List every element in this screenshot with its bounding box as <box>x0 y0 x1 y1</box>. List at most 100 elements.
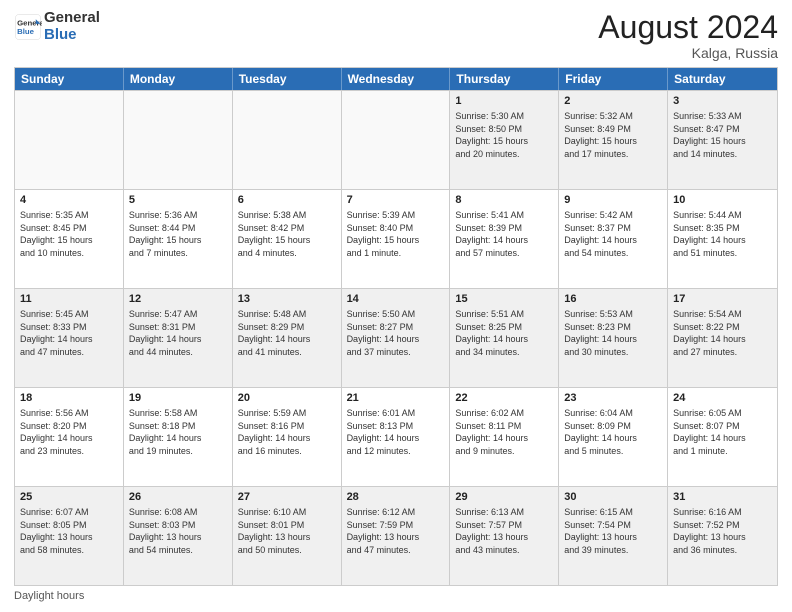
cell-info: Sunrise: 5:38 AM Sunset: 8:42 PM Dayligh… <box>238 209 336 259</box>
cal-cell-day-25: 25Sunrise: 6:07 AM Sunset: 8:05 PM Dayli… <box>15 487 124 585</box>
cal-row-1: 4Sunrise: 5:35 AM Sunset: 8:45 PM Daylig… <box>15 189 777 288</box>
day-number: 3 <box>673 94 772 109</box>
calendar-body: 1Sunrise: 5:30 AM Sunset: 8:50 PM Daylig… <box>15 90 777 585</box>
cell-info: Sunrise: 5:47 AM Sunset: 8:31 PM Dayligh… <box>129 308 227 358</box>
day-number: 30 <box>564 490 662 505</box>
day-number: 5 <box>129 193 227 208</box>
cal-cell-day-4: 4Sunrise: 5:35 AM Sunset: 8:45 PM Daylig… <box>15 190 124 288</box>
cell-info: Sunrise: 6:04 AM Sunset: 8:09 PM Dayligh… <box>564 407 662 457</box>
cell-info: Sunrise: 5:51 AM Sunset: 8:25 PM Dayligh… <box>455 308 553 358</box>
cal-cell-day-8: 8Sunrise: 5:41 AM Sunset: 8:39 PM Daylig… <box>450 190 559 288</box>
location: Kalga, Russia <box>598 45 778 61</box>
cal-cell-empty <box>124 91 233 189</box>
cell-info: Sunrise: 5:42 AM Sunset: 8:37 PM Dayligh… <box>564 209 662 259</box>
cal-cell-empty <box>233 91 342 189</box>
cal-cell-day-13: 13Sunrise: 5:48 AM Sunset: 8:29 PM Dayli… <box>233 289 342 387</box>
cal-cell-day-5: 5Sunrise: 5:36 AM Sunset: 8:44 PM Daylig… <box>124 190 233 288</box>
cal-cell-day-16: 16Sunrise: 5:53 AM Sunset: 8:23 PM Dayli… <box>559 289 668 387</box>
cal-cell-day-7: 7Sunrise: 5:39 AM Sunset: 8:40 PM Daylig… <box>342 190 451 288</box>
cell-info: Sunrise: 5:50 AM Sunset: 8:27 PM Dayligh… <box>347 308 445 358</box>
day-number: 25 <box>20 490 118 505</box>
cell-info: Sunrise: 5:54 AM Sunset: 8:22 PM Dayligh… <box>673 308 772 358</box>
day-number: 17 <box>673 292 772 307</box>
cell-info: Sunrise: 5:56 AM Sunset: 8:20 PM Dayligh… <box>20 407 118 457</box>
cal-cell-day-21: 21Sunrise: 6:01 AM Sunset: 8:13 PM Dayli… <box>342 388 451 486</box>
day-number: 4 <box>20 193 118 208</box>
day-number: 8 <box>455 193 553 208</box>
day-header-thursday: Thursday <box>450 68 559 90</box>
cell-info: Sunrise: 6:08 AM Sunset: 8:03 PM Dayligh… <box>129 506 227 556</box>
day-number: 15 <box>455 292 553 307</box>
cal-cell-day-18: 18Sunrise: 5:56 AM Sunset: 8:20 PM Dayli… <box>15 388 124 486</box>
day-header-monday: Monday <box>124 68 233 90</box>
month-year: August 2024 <box>598 10 778 45</box>
day-number: 9 <box>564 193 662 208</box>
cell-info: Sunrise: 6:15 AM Sunset: 7:54 PM Dayligh… <box>564 506 662 556</box>
day-number: 29 <box>455 490 553 505</box>
cal-cell-day-11: 11Sunrise: 5:45 AM Sunset: 8:33 PM Dayli… <box>15 289 124 387</box>
cell-info: Sunrise: 5:53 AM Sunset: 8:23 PM Dayligh… <box>564 308 662 358</box>
cell-info: Sunrise: 6:01 AM Sunset: 8:13 PM Dayligh… <box>347 407 445 457</box>
cal-cell-day-20: 20Sunrise: 5:59 AM Sunset: 8:16 PM Dayli… <box>233 388 342 486</box>
cell-info: Sunrise: 6:13 AM Sunset: 7:57 PM Dayligh… <box>455 506 553 556</box>
cal-row-0: 1Sunrise: 5:30 AM Sunset: 8:50 PM Daylig… <box>15 90 777 189</box>
cal-cell-day-22: 22Sunrise: 6:02 AM Sunset: 8:11 PM Dayli… <box>450 388 559 486</box>
cell-info: Sunrise: 5:41 AM Sunset: 8:39 PM Dayligh… <box>455 209 553 259</box>
day-number: 11 <box>20 292 118 307</box>
cal-cell-day-17: 17Sunrise: 5:54 AM Sunset: 8:22 PM Dayli… <box>668 289 777 387</box>
cal-cell-day-10: 10Sunrise: 5:44 AM Sunset: 8:35 PM Dayli… <box>668 190 777 288</box>
cell-info: Sunrise: 5:30 AM Sunset: 8:50 PM Dayligh… <box>455 110 553 160</box>
cal-cell-day-2: 2Sunrise: 5:32 AM Sunset: 8:49 PM Daylig… <box>559 91 668 189</box>
cell-info: Sunrise: 5:39 AM Sunset: 8:40 PM Dayligh… <box>347 209 445 259</box>
day-header-saturday: Saturday <box>668 68 777 90</box>
cal-cell-day-15: 15Sunrise: 5:51 AM Sunset: 8:25 PM Dayli… <box>450 289 559 387</box>
day-number: 10 <box>673 193 772 208</box>
cell-info: Sunrise: 6:10 AM Sunset: 8:01 PM Dayligh… <box>238 506 336 556</box>
calendar-header: SundayMondayTuesdayWednesdayThursdayFrid… <box>15 68 777 90</box>
day-number: 20 <box>238 391 336 406</box>
cal-row-3: 18Sunrise: 5:56 AM Sunset: 8:20 PM Dayli… <box>15 387 777 486</box>
cal-cell-empty <box>342 91 451 189</box>
logo-text: General Blue <box>44 10 100 43</box>
header: General Blue General Blue August 2024 Ka… <box>14 10 778 61</box>
day-number: 27 <box>238 490 336 505</box>
cal-row-4: 25Sunrise: 6:07 AM Sunset: 8:05 PM Dayli… <box>15 486 777 585</box>
cell-info: Sunrise: 6:05 AM Sunset: 8:07 PM Dayligh… <box>673 407 772 457</box>
day-header-wednesday: Wednesday <box>342 68 451 90</box>
day-number: 2 <box>564 94 662 109</box>
cell-info: Sunrise: 5:59 AM Sunset: 8:16 PM Dayligh… <box>238 407 336 457</box>
cal-cell-day-23: 23Sunrise: 6:04 AM Sunset: 8:09 PM Dayli… <box>559 388 668 486</box>
cal-cell-day-9: 9Sunrise: 5:42 AM Sunset: 8:37 PM Daylig… <box>559 190 668 288</box>
cal-row-2: 11Sunrise: 5:45 AM Sunset: 8:33 PM Dayli… <box>15 288 777 387</box>
cal-cell-day-26: 26Sunrise: 6:08 AM Sunset: 8:03 PM Dayli… <box>124 487 233 585</box>
day-number: 22 <box>455 391 553 406</box>
day-number: 23 <box>564 391 662 406</box>
cell-info: Sunrise: 6:07 AM Sunset: 8:05 PM Dayligh… <box>20 506 118 556</box>
logo-icon: General Blue <box>14 13 42 41</box>
day-number: 24 <box>673 391 772 406</box>
footer: Daylight hours <box>14 590 778 602</box>
cell-info: Sunrise: 5:58 AM Sunset: 8:18 PM Dayligh… <box>129 407 227 457</box>
cal-cell-day-31: 31Sunrise: 6:16 AM Sunset: 7:52 PM Dayli… <box>668 487 777 585</box>
day-number: 12 <box>129 292 227 307</box>
day-number: 26 <box>129 490 227 505</box>
cell-info: Sunrise: 5:35 AM Sunset: 8:45 PM Dayligh… <box>20 209 118 259</box>
day-number: 14 <box>347 292 445 307</box>
cell-info: Sunrise: 6:02 AM Sunset: 8:11 PM Dayligh… <box>455 407 553 457</box>
day-number: 21 <box>347 391 445 406</box>
day-number: 16 <box>564 292 662 307</box>
cell-info: Sunrise: 5:48 AM Sunset: 8:29 PM Dayligh… <box>238 308 336 358</box>
cell-info: Sunrise: 5:32 AM Sunset: 8:49 PM Dayligh… <box>564 110 662 160</box>
cell-info: Sunrise: 6:12 AM Sunset: 7:59 PM Dayligh… <box>347 506 445 556</box>
svg-text:Blue: Blue <box>17 27 35 36</box>
cal-cell-day-12: 12Sunrise: 5:47 AM Sunset: 8:31 PM Dayli… <box>124 289 233 387</box>
day-header-sunday: Sunday <box>15 68 124 90</box>
day-number: 18 <box>20 391 118 406</box>
cal-cell-day-28: 28Sunrise: 6:12 AM Sunset: 7:59 PM Dayli… <box>342 487 451 585</box>
day-number: 6 <box>238 193 336 208</box>
logo: General Blue General Blue <box>14 10 100 43</box>
day-number: 19 <box>129 391 227 406</box>
day-header-tuesday: Tuesday <box>233 68 342 90</box>
day-header-friday: Friday <box>559 68 668 90</box>
calendar: SundayMondayTuesdayWednesdayThursdayFrid… <box>14 67 778 586</box>
